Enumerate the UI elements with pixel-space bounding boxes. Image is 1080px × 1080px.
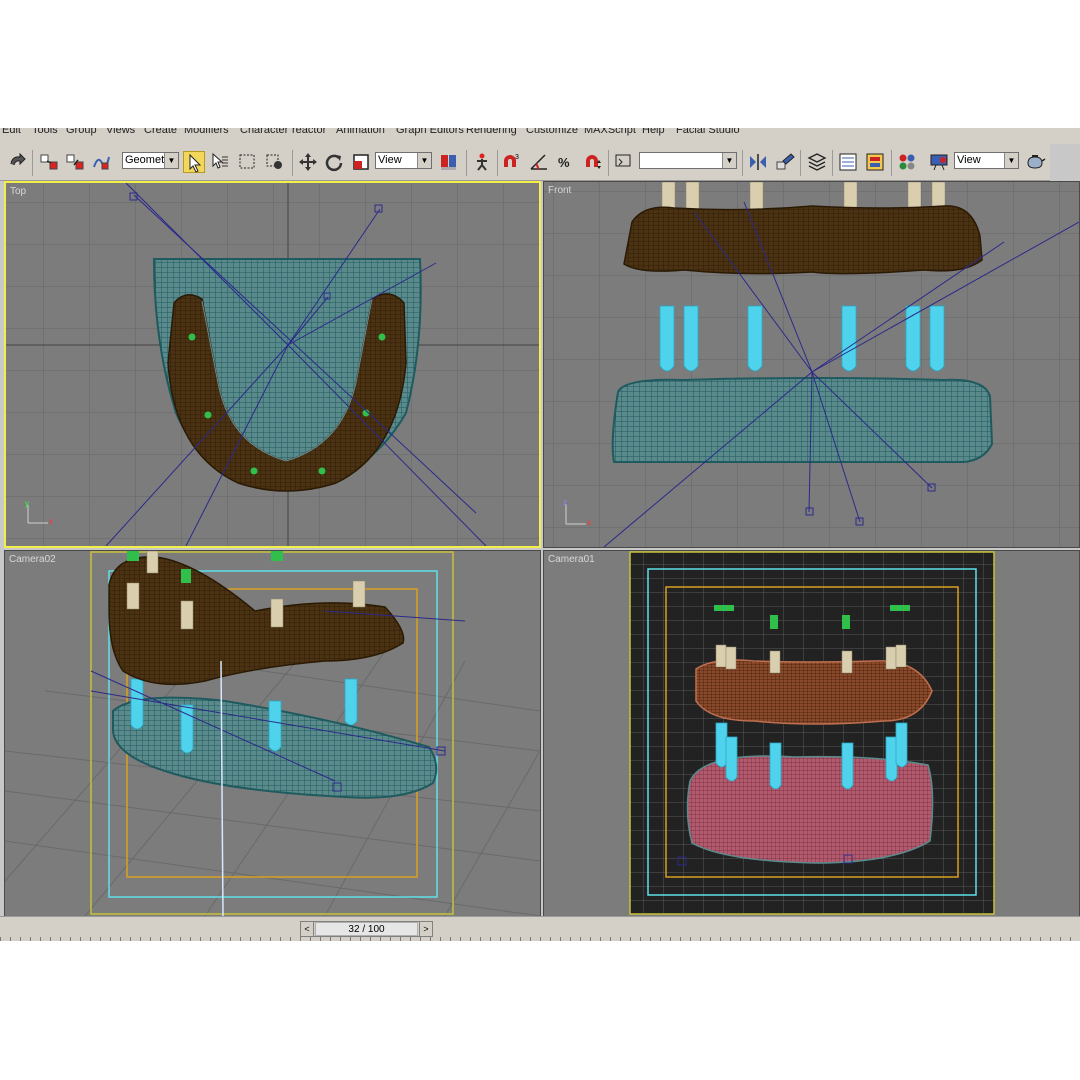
menu-item-edit[interactable]: Edit [2,128,21,136]
prev-frame-button[interactable]: < [301,922,314,936]
render-scene-icon[interactable] [928,151,950,173]
next-frame-button[interactable]: > [419,922,432,936]
selection-filter-dropdown[interactable]: Geometry ▼ [122,152,179,169]
spinner-snap-icon[interactable] [582,151,604,173]
menu-item-create[interactable]: Create [144,128,177,136]
menu-item-help[interactable]: Help [642,128,665,136]
angle-snap-icon[interactable] [528,151,550,173]
menu-item-tools[interactable]: Tools [32,128,58,136]
menu-item-character[interactable]: Character [240,128,288,136]
menu-bar: Edit Tools Group Views Create Modifiers Charac… [0,128,1080,144]
menu-item-rendering[interactable]: Rendering [466,128,517,136]
edit-named-sel-icon[interactable] [612,151,634,173]
named-selection-dropdown[interactable]: ▼ [639,152,737,169]
camera01-scene [544,551,1079,916]
timeline-ruler[interactable] [0,937,1080,941]
viewport-label-camera02: Camera02 [9,554,56,565]
reference-coordinate-dropdown[interactable]: View ▼ [375,152,432,169]
percent-snap-icon[interactable]: % [555,151,577,173]
top-scene [6,183,539,546]
select-link-icon[interactable] [38,151,60,173]
viewport-label-top: Top [10,186,27,197]
chevron-down-icon: ▼ [164,153,178,168]
menu-item-customize[interactable]: Customize [526,128,578,136]
select-by-name-icon[interactable] [209,151,231,173]
menu-item-group[interactable]: Group [66,128,97,136]
viewport-camera01[interactable]: Camera01 [543,550,1080,917]
svg-text:3: 3 [515,154,519,161]
axis-x-label: x [49,517,53,526]
viewport-top[interactable]: Top y x [4,181,541,548]
snap-3d-icon[interactable]: 3 [500,151,522,173]
mirror-icon[interactable] [747,151,769,173]
scale-icon[interactable] [350,151,372,173]
axis-y-label: y [25,499,29,508]
window-crossing-icon[interactable] [264,151,286,173]
axis-x-label-front: x [587,518,591,527]
menu-item-views[interactable]: Views [106,128,135,136]
curve-editor-icon[interactable] [837,151,859,173]
render-view-value: View [957,154,981,166]
chevron-down-icon: ▼ [1004,153,1018,168]
rect-selection-icon[interactable] [236,151,258,173]
viewport-camera02[interactable]: Camera02 [4,550,541,917]
chevron-down-icon: ▼ [417,153,431,168]
bind-space-warp-icon[interactable] [90,151,112,173]
axis-z-label: z [563,498,567,507]
menu-item-graph-editors[interactable]: Graph Editors [396,128,464,136]
layer-manager-icon[interactable] [806,151,828,173]
time-slider-bar: < 32 / 100 > [0,916,1080,941]
schematic-view-icon[interactable] [864,151,886,173]
frame-counter[interactable]: 32 / 100 [315,922,418,936]
quick-render-icon[interactable] [1024,151,1046,173]
chevron-down-icon: ▼ [722,153,736,168]
viewport-label-front: Front [548,185,572,196]
viewport-front[interactable]: Front z x [543,181,1080,548]
menu-item-animation[interactable]: Animation [336,128,385,136]
time-slider[interactable]: < 32 / 100 > [300,921,433,937]
menu-item-reactor[interactable]: reactor [292,128,326,136]
render-view-dropdown[interactable]: View ▼ [954,152,1019,169]
select-object-icon[interactable] [183,151,205,173]
camera02-scene [5,551,540,916]
unlink-icon[interactable] [64,151,86,173]
manipulate-icon[interactable] [471,151,493,173]
menu-item-facial-studio[interactable]: Facial Studio [676,128,740,136]
material-editor-icon[interactable] [896,151,918,173]
pivot-icon[interactable] [438,151,460,173]
front-scene [544,182,1079,547]
main-toolbar: Geometry ▼ View ▼ 3 % ▼ View ▼ [0,144,1050,181]
viewport-label-camera01: Camera01 [548,554,595,565]
align-icon[interactable] [774,151,796,173]
move-icon[interactable] [297,151,319,173]
rotate-icon[interactable] [323,151,345,173]
undo-icon[interactable] [6,151,28,173]
app-window: Edit Tools Group Views Create Modifiers Charac… [0,128,1080,941]
ref-coord-value: View [378,154,402,166]
svg-text:%: % [558,155,570,170]
menu-item-maxscript[interactable]: MAXScript [584,128,636,136]
menu-item-modifiers[interactable]: Modifiers [184,128,229,136]
